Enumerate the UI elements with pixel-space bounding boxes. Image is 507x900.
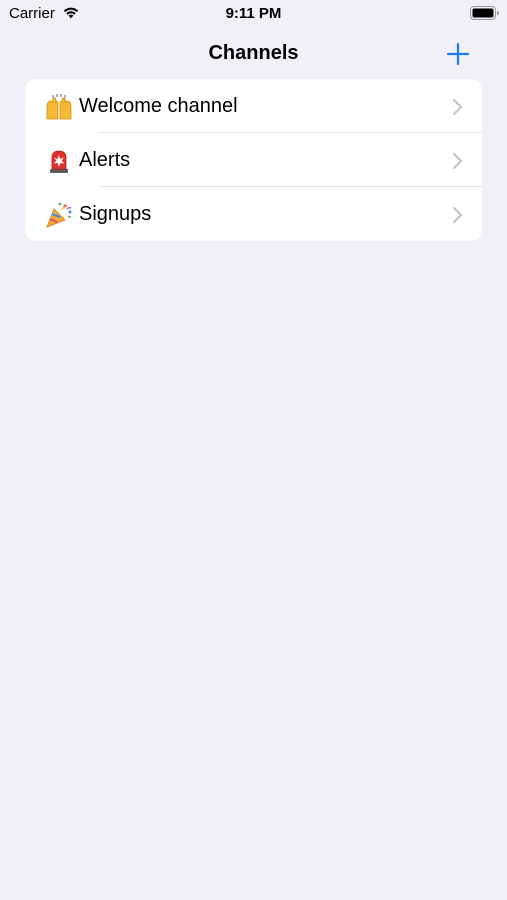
channel-row-alerts[interactable]: Alerts xyxy=(25,133,482,187)
channel-row-welcome[interactable]: Welcome channel xyxy=(25,79,482,133)
page-title: Channels xyxy=(208,42,299,64)
plus-icon xyxy=(447,43,469,65)
status-bar: Carrier 9:11 PM xyxy=(0,0,507,28)
channel-label: Signups xyxy=(79,203,152,225)
add-channel-button[interactable] xyxy=(442,38,474,70)
channel-list: Welcome channel Alerts Signups xyxy=(25,79,482,241)
battery-full-icon xyxy=(470,6,499,20)
chevron-right-icon xyxy=(452,152,463,170)
status-time: 9:11 PM xyxy=(225,5,282,22)
channel-label: Welcome channel xyxy=(79,95,238,117)
chevron-right-icon xyxy=(452,206,463,224)
party-popper-icon xyxy=(46,202,72,228)
navigation-bar: Channels xyxy=(0,28,507,78)
channel-row-signups[interactable]: Signups xyxy=(25,187,482,241)
raised-hands-icon xyxy=(46,94,72,120)
siren-light-icon xyxy=(50,150,68,173)
channel-label: Alerts xyxy=(79,149,131,171)
chevron-right-icon xyxy=(452,98,463,116)
